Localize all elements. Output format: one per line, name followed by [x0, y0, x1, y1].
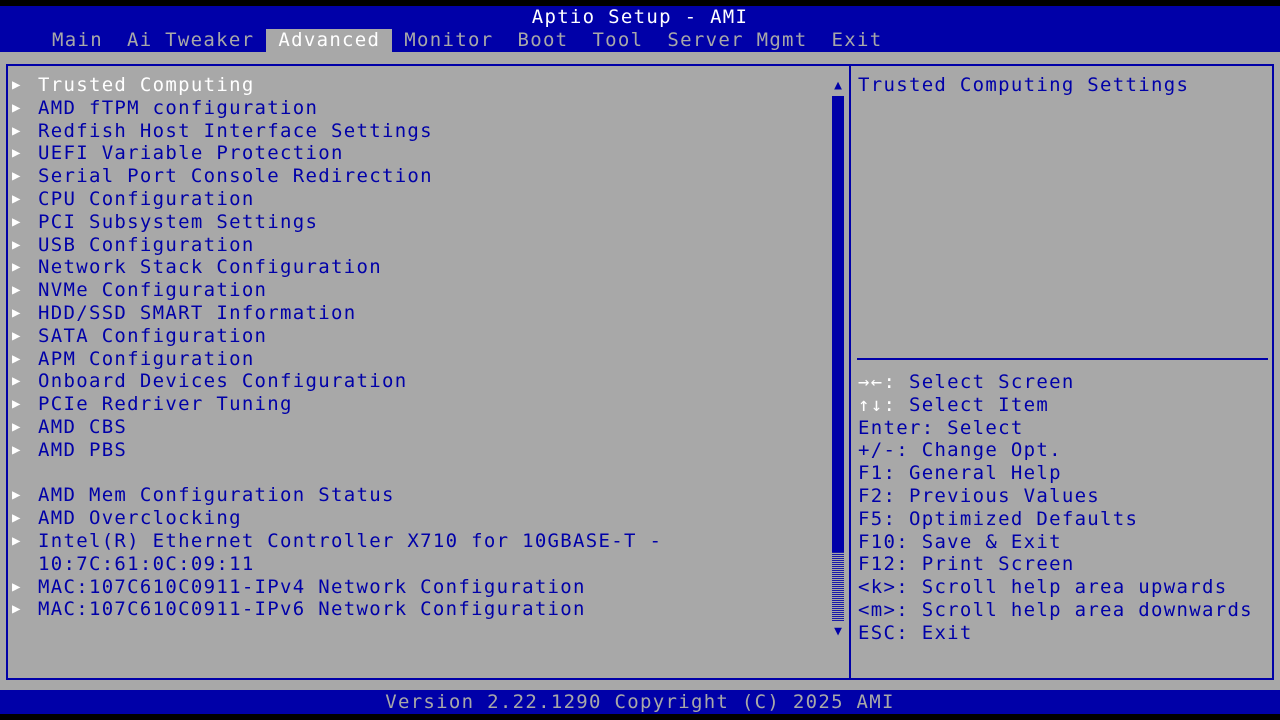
menu-item-amd-ftpm[interactable]: ▶ AMD fTPM configuration [12, 97, 662, 120]
key-hint: F10: Save & Exit [858, 530, 1062, 553]
menu-item-amd-cbs[interactable]: ▶ AMD CBS [12, 416, 662, 439]
menu-item-amd-overclocking[interactable]: ▶ AMD Overclocking [12, 507, 662, 530]
help-separator [857, 358, 1268, 360]
submenu-arrow-icon: ▶ [12, 282, 22, 299]
tab-monitor[interactable]: Monitor [392, 29, 505, 52]
menu-item-pci-subsystem[interactable]: ▶ PCI Subsystem Settings [12, 211, 662, 234]
menu-item-pcie-redriver[interactable]: ▶ PCIe Redriver Tuning [12, 393, 662, 416]
bottom-border [0, 714, 1280, 720]
submenu-arrow-icon: ▶ [12, 396, 22, 413]
menu-item-amd-mem-status[interactable]: ▶ AMD Mem Configuration Status [12, 484, 662, 507]
menu-item-onboard-devices[interactable]: ▶ Onboard Devices Configuration [12, 370, 662, 393]
menu-item-hdd-ssd-smart[interactable]: ▶ HDD/SSD SMART Information [12, 302, 662, 325]
menu-item-ipv6-network[interactable]: ▶ MAC:107C610C0911-IPv6 Network Configura… [12, 598, 662, 621]
menu-item-usb-configuration[interactable]: ▶ USB Configuration [12, 234, 662, 257]
submenu-arrow-icon: ▶ [12, 373, 22, 390]
version-footer: Version 2.22.1290 Copyright (C) 2025 AMI [0, 690, 1280, 714]
menu-item-serial-port[interactable]: ▶ Serial Port Console Redirection [12, 165, 662, 188]
submenu-arrow-icon: ▶ [12, 487, 22, 504]
menu-item-intel-ethernet-mac[interactable]: 10:7C:61:0C:09:11 [12, 553, 662, 576]
submenu-arrow-icon: ▶ [12, 441, 22, 458]
key-hint: →←: Select Screen [858, 371, 1075, 393]
submenu-arrow-icon: ▶ [12, 304, 22, 321]
menu-item-cpu-configuration[interactable]: ▶ CPU Configuration [12, 188, 662, 211]
key-hint: <m>: Scroll help area downwards [858, 598, 1253, 621]
tab-tool[interactable]: Tool [580, 29, 655, 52]
menu-item-trusted-computing[interactable]: ▶ Trusted Computing [12, 74, 662, 97]
menu-spacer [12, 462, 662, 485]
menu-item-ipv4-network[interactable]: ▶ MAC:107C610C0911-IPv4 Network Configura… [12, 576, 662, 599]
scroll-down-arrow-icon[interactable]: ▼ [831, 624, 845, 640]
tab-exit[interactable]: Exit [820, 29, 895, 52]
submenu-arrow-icon: ▶ [12, 259, 22, 276]
submenu-arrow-icon: ▶ [12, 190, 22, 207]
submenu-arrow-icon: ▶ [12, 327, 22, 344]
header-bar: Aptio Setup - AMI Main Ai Tweaker Advanc… [0, 6, 1280, 52]
tab-boot[interactable]: Boot [505, 29, 580, 52]
advanced-menu-list: ▶ Trusted Computing ▶ AMD fTPM configurati… [12, 74, 662, 621]
app-title: Aptio Setup - AMI [531, 6, 749, 28]
tab-bar: Main Ai Tweaker Advanced Monitor Boot To… [40, 29, 895, 52]
key-hint: +/-: Change Opt. [858, 439, 1062, 462]
submenu-arrow-icon: ▶ [12, 601, 22, 618]
menu-item-nvme-configuration[interactable]: ▶ NVMe Configuration [12, 279, 662, 302]
key-hint: F12: Print Screen [858, 553, 1075, 576]
help-description: Trusted Computing Settings [858, 74, 1190, 96]
menu-scrollbar[interactable]: ▲ ▼ [831, 78, 845, 640]
submenu-arrow-icon: ▶ [12, 213, 22, 230]
menu-item-amd-pbs[interactable]: ▶ AMD PBS [12, 439, 662, 462]
tab-server-mgmt[interactable]: Server Mgmt [655, 29, 819, 52]
key-hint: <k>: Scroll help area upwards [858, 576, 1228, 599]
key-hint: F2: Previous Values [858, 484, 1101, 507]
menu-item-apm-configuration[interactable]: ▶ APM Configuration [12, 348, 662, 371]
tab-ai-tweaker[interactable]: Ai Tweaker [115, 29, 266, 52]
submenu-arrow-icon: ▶ [12, 77, 22, 93]
submenu-arrow-icon: ▶ [12, 99, 22, 116]
menu-item-uefi-variable-protection[interactable]: ▶ UEFI Variable Protection [12, 142, 662, 165]
menu-item-network-stack[interactable]: ▶ Network Stack Configuration [12, 256, 662, 279]
submenu-arrow-icon: ▶ [12, 236, 22, 253]
menu-item-intel-ethernet-x710[interactable]: ▶ Intel(R) Ethernet Controller X710 for 1… [12, 530, 662, 553]
key-hint: F5: Optimized Defaults [858, 507, 1139, 530]
key-hint: ↑↓: Select Item [858, 393, 1050, 416]
scroll-thumb[interactable] [832, 96, 844, 552]
submenu-arrow-icon: ▶ [12, 418, 22, 435]
tab-advanced[interactable]: Advanced [266, 29, 393, 52]
menu-item-redfish[interactable]: ▶ Redfish Host Interface Settings [12, 120, 662, 143]
key-legend: →←: Select Screen ↑↓: Select Item Enter:… [858, 371, 1253, 645]
submenu-arrow-icon: ▶ [12, 578, 22, 595]
key-hint: F1: General Help [858, 462, 1062, 485]
key-hint: Enter: Select [858, 416, 1024, 439]
submenu-arrow-icon: ▶ [12, 168, 22, 185]
menu-item-sata-configuration[interactable]: ▶ SATA Configuration [12, 325, 662, 348]
submenu-arrow-icon: ▶ [12, 510, 22, 527]
submenu-arrow-icon: ▶ [12, 145, 22, 162]
submenu-arrow-icon: ▶ [12, 350, 22, 367]
submenu-arrow-icon: ▶ [12, 122, 22, 139]
submenu-arrow-icon: ▶ [12, 532, 22, 549]
scroll-up-arrow-icon[interactable]: ▲ [831, 78, 845, 94]
key-hint: ESC: Exit [858, 621, 973, 644]
tab-main[interactable]: Main [40, 29, 115, 52]
